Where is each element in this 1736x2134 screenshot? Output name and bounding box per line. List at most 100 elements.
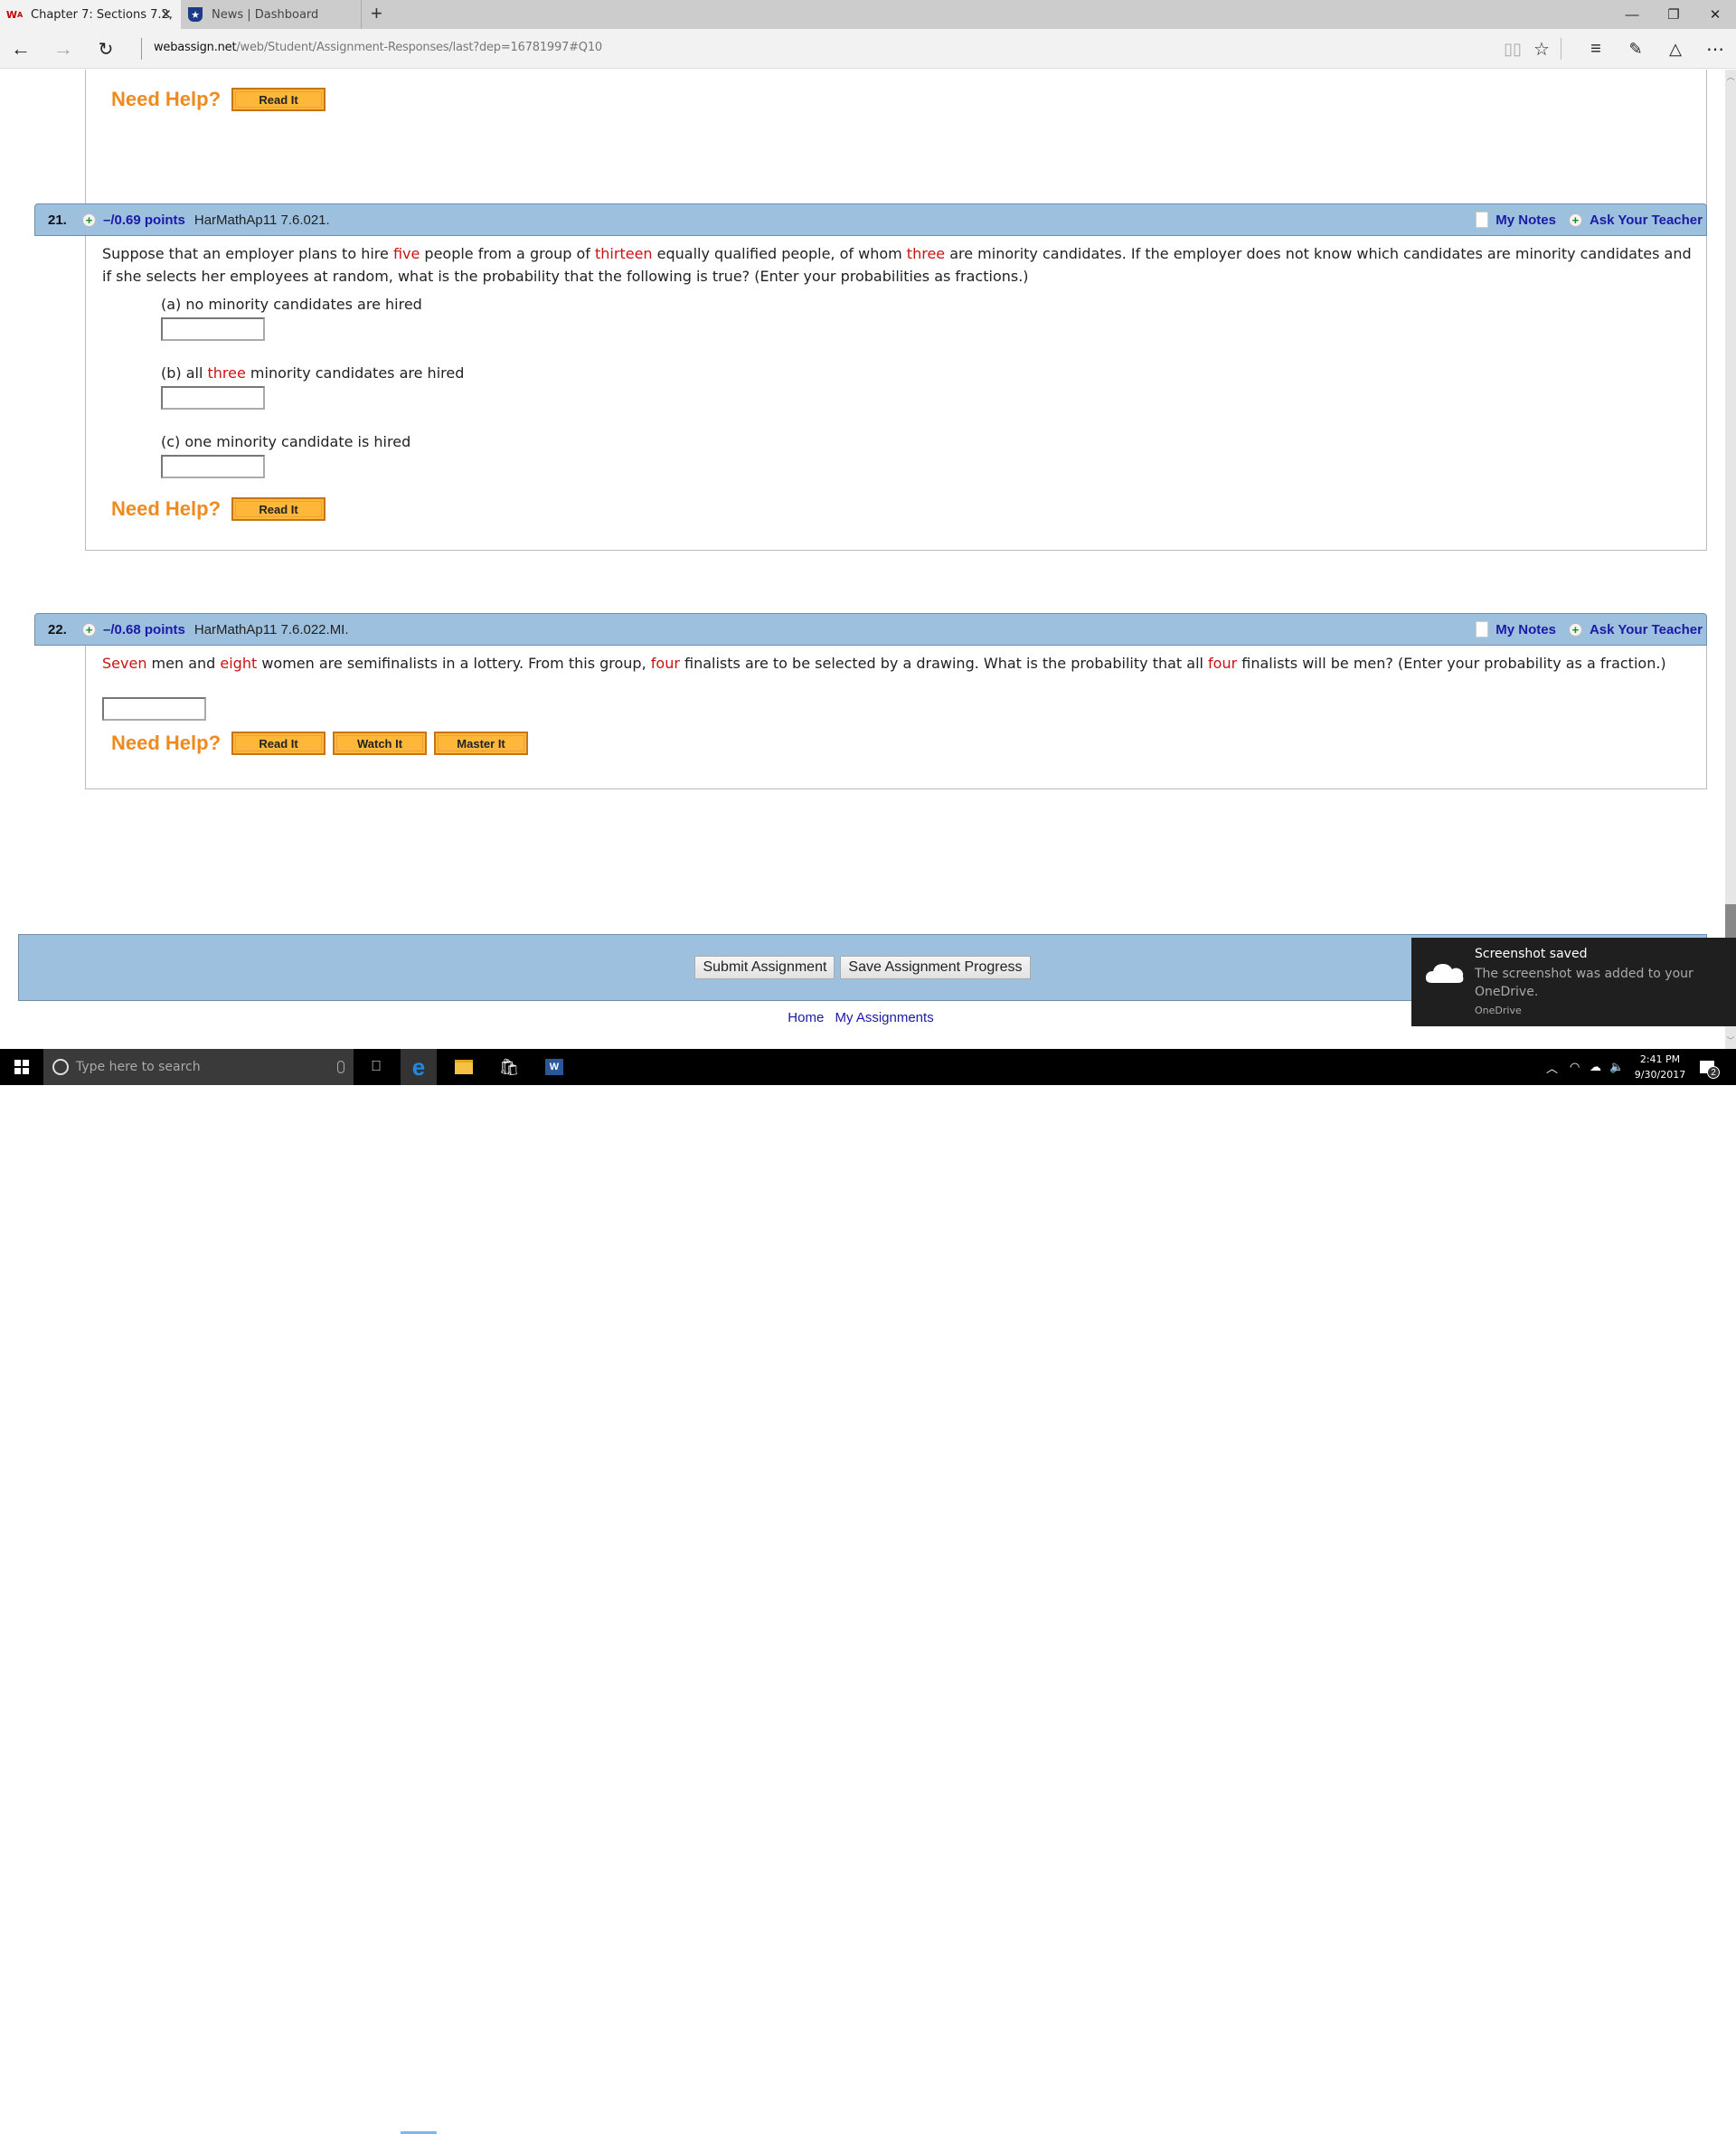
scroll-down-icon[interactable]: ﹀ (1725, 1035, 1736, 1046)
highlighted-value: four (650, 655, 680, 672)
question-text-segment: women are semifinalists in a lottery. Fr… (257, 655, 651, 672)
scroll-up-icon[interactable]: ︿ (1725, 71, 1736, 82)
answer-input-c[interactable] (161, 455, 265, 478)
highlighted-value: Seven (102, 655, 147, 672)
more-icon[interactable]: ⋯ (1702, 36, 1729, 61)
save-progress-button[interactable]: Save Assignment Progress (840, 956, 1031, 979)
need-help-label: Need Help? (111, 88, 222, 110)
hub-icon[interactable]: ≡ (1582, 36, 1609, 61)
forward-button[interactable]: → (50, 36, 77, 61)
submit-assignment-button[interactable]: Submit Assignment (694, 956, 835, 979)
action-center-icon[interactable]: 2 (1700, 1049, 1720, 1085)
highlighted-value: three (906, 245, 946, 262)
toast-body: The screenshot was added to your OneDriv… (1475, 967, 1694, 999)
wifi-icon[interactable]: ◠ (1570, 1049, 1580, 1085)
tab-title: News | Dashboard (212, 7, 319, 22)
favorite-star-icon[interactable]: ☆ (1528, 36, 1555, 61)
url-field[interactable]: webassign.net/web/Student/Assignment-Res… (154, 41, 602, 54)
time-text: 2:41 PM (1639, 1053, 1681, 1065)
watch-it-button[interactable]: Watch It (333, 732, 428, 755)
question-text-22: Seven men and eight women are semifinali… (102, 652, 1694, 675)
read-it-button[interactable]: Read It (231, 88, 326, 111)
windows-logo-icon (14, 1060, 29, 1074)
web-note-icon[interactable]: ✎ (1622, 36, 1649, 61)
toast-title: Screenshot saved (1475, 947, 1588, 961)
back-button[interactable]: ← (7, 36, 34, 61)
minimize-button[interactable]: — (1611, 0, 1653, 29)
webassign-logo-icon: WA (5, 8, 24, 21)
word-icon[interactable]: W (536, 1049, 572, 1085)
question-text-segment: finalists are to be selected by a drawin… (679, 655, 1209, 672)
highlighted-value: thirteen (595, 245, 653, 262)
home-link[interactable]: Home (788, 1010, 824, 1025)
expand-plus-icon[interactable]: + (82, 622, 96, 637)
screenshot-toast[interactable]: Screenshot saved The screenshot was adde… (1411, 938, 1736, 1026)
volume-icon[interactable]: 🔈 (1609, 1049, 1624, 1085)
scroll-thumb[interactable] (1725, 904, 1736, 940)
question-text-segment: equally qualified people, of whom (652, 245, 907, 262)
refresh-button[interactable]: ↻ (92, 36, 119, 61)
question-id: HarMathAp11 7.6.021. (193, 212, 330, 228)
cortana-icon (52, 1059, 69, 1075)
expand-plus-icon[interactable]: + (82, 212, 96, 227)
points-link[interactable]: –/0.69 points (103, 212, 185, 228)
onedrive-tray-icon[interactable]: ☁ (1590, 1049, 1601, 1085)
need-help-label: Need Help? (111, 732, 222, 754)
question-id: HarMathAp11 7.6.022.MI. (193, 621, 349, 637)
answer-input-22[interactable] (102, 697, 206, 721)
file-explorer-icon[interactable] (446, 1049, 482, 1085)
note-page-icon (1476, 621, 1489, 637)
question-number: 21. (48, 212, 67, 228)
question-header-21: 21. + –/0.69 points HarMathAp11 7.6.021.… (34, 203, 1707, 236)
reading-view-icon[interactable]: ▯▯ (1499, 36, 1526, 61)
points-link[interactable]: –/0.68 points (103, 622, 185, 637)
need-help-row: Need Help? Read It (111, 88, 333, 111)
arrow-left-icon: ← (11, 37, 31, 60)
url-host: webassign.net (154, 41, 237, 54)
part-c-label: (c) one minority candidate is hired (161, 433, 411, 450)
ask-your-teacher-link[interactable]: Ask Your Teacher (1590, 622, 1703, 637)
part-b-label: (b) all three minority candidates are hi… (161, 364, 465, 382)
show-hidden-icons[interactable]: ︿ (1546, 1049, 1558, 1085)
page-scrollbar[interactable]: ︿ ﹀ (1725, 70, 1736, 1049)
question-text-segment: people from a group of (420, 245, 596, 262)
date-text: 9/30/2017 (1634, 1069, 1686, 1081)
close-window-button[interactable]: ✕ (1694, 0, 1736, 29)
question-text-segment: finalists will be men? (Enter your proba… (1237, 655, 1666, 672)
url-path: /web/Student/Assignment-Responses/last?d… (236, 41, 602, 54)
close-tab-icon[interactable]: ✕ (160, 6, 172, 23)
onedrive-cloud-icon (1425, 964, 1464, 983)
question-text-segment: Suppose that an employer plans to hire (102, 245, 393, 262)
my-notes-link[interactable]: My Notes (1495, 212, 1556, 228)
restore-button[interactable]: ❐ (1653, 0, 1694, 29)
tab-title: Chapter 7: Sections 7.2, (31, 7, 173, 22)
page-content: Need Help? Read It 21. + –/0.69 points H… (0, 70, 1722, 1049)
master-it-button[interactable]: Master It (434, 732, 529, 755)
need-help-label: Need Help? (111, 497, 222, 520)
new-tab-button[interactable]: + (371, 2, 382, 25)
highlighted-value: five (392, 245, 420, 262)
taskbar-search[interactable]: Type here to search (43, 1049, 354, 1085)
store-icon[interactable]: 🛍 (491, 1049, 527, 1085)
ask-teacher-plus-icon: + (1568, 622, 1582, 637)
highlighted-value: four (1208, 655, 1238, 672)
tab-webassign[interactable]: WA Chapter 7: Sections 7.2, ✕ (0, 0, 181, 29)
arrow-right-icon: → (53, 37, 73, 60)
microphone-icon[interactable] (337, 1061, 344, 1073)
question-header-22: 22. + –/0.68 points HarMathAp11 7.6.022.… (34, 613, 1707, 646)
question-text-21: Suppose that an employer plans to hire f… (102, 242, 1694, 288)
task-view-icon[interactable]: ⎕ (358, 1049, 394, 1085)
read-it-button[interactable]: Read It (231, 497, 326, 521)
clock[interactable]: 2:41 PM 9/30/2017 (1628, 1052, 1693, 1082)
my-assignments-link[interactable]: My Assignments (835, 1010, 933, 1025)
notification-badge: 2 (1707, 1066, 1720, 1079)
edge-browser-icon[interactable]: e (401, 1049, 437, 1085)
my-notes-link[interactable]: My Notes (1495, 622, 1556, 637)
read-it-button[interactable]: Read It (231, 732, 326, 755)
tab-news-dashboard[interactable]: ★ News | Dashboard (181, 0, 362, 29)
share-icon[interactable]: △ (1662, 36, 1689, 61)
answer-input-b[interactable] (161, 386, 265, 410)
ask-your-teacher-link[interactable]: Ask Your Teacher (1590, 212, 1703, 228)
start-button[interactable] (0, 1049, 43, 1085)
answer-input-a[interactable] (161, 317, 265, 341)
